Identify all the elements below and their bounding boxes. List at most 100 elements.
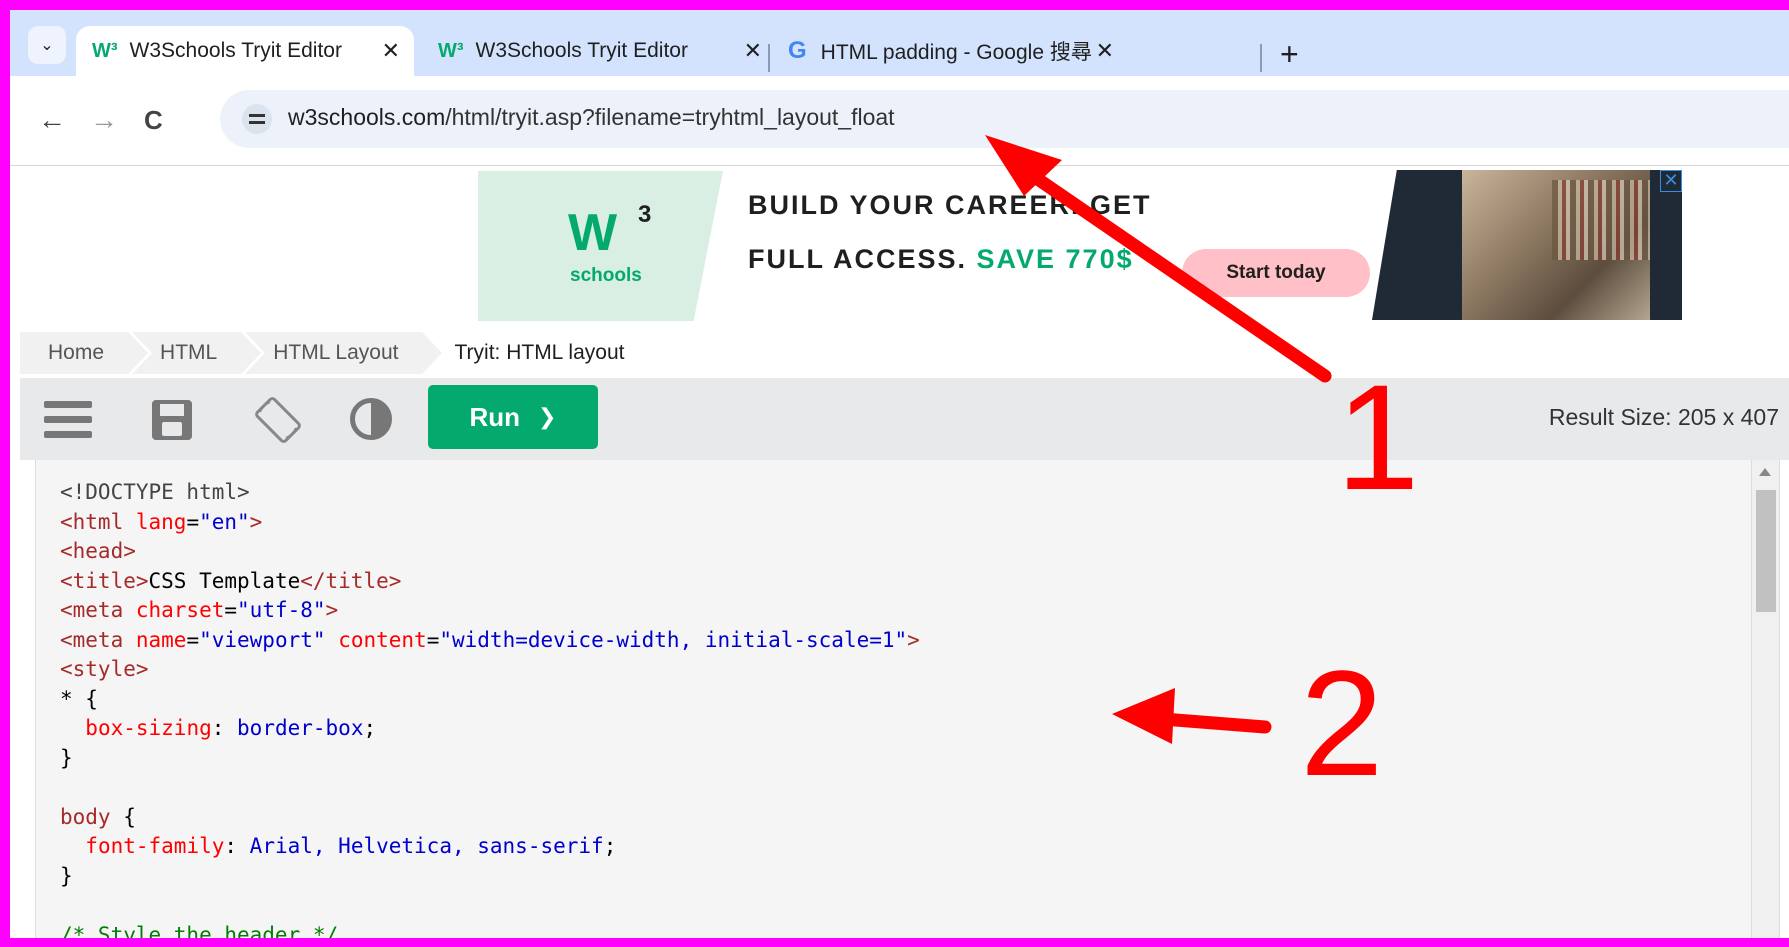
close-icon[interactable]: ✕	[382, 38, 400, 64]
code-token: ;	[363, 716, 377, 740]
code-token: lang	[135, 509, 187, 534]
rotate-layout-icon[interactable]	[252, 394, 304, 446]
menu-icon[interactable]	[44, 398, 92, 442]
tab-search-chevron-icon[interactable]: ⌄	[28, 26, 66, 64]
tab-title: HTML padding - Google 搜尋	[820, 41, 1092, 64]
code-token: =	[186, 509, 200, 534]
code-line[interactable]: font-family: Arial, Helvetica, sans-seri…	[60, 832, 920, 862]
code-token: CSS Template	[148, 568, 301, 593]
site-settings-icon[interactable]	[242, 104, 272, 134]
code-token: <meta	[60, 627, 136, 652]
code-token: }	[60, 863, 73, 888]
vertical-scrollbar[interactable]	[1751, 460, 1779, 938]
code-token: <title>	[60, 568, 149, 593]
code-line[interactable]: /* Style the header */	[60, 921, 920, 939]
advertisement-banner[interactable]: W 3 schools BUILD YOUR CAREER. GET FULL …	[10, 166, 1789, 332]
start-today-button[interactable]: Start today	[1182, 249, 1370, 297]
tab-title: W3Schools Tryit Editor	[475, 39, 688, 62]
code-token: <style>	[60, 657, 149, 681]
code-token: =	[186, 627, 200, 652]
code-token: "viewport"	[199, 627, 326, 652]
breadcrumb-home[interactable]: Home	[20, 332, 153, 374]
code-token: /* Style the header */	[60, 922, 339, 939]
scrollbar-thumb[interactable]	[1756, 490, 1776, 612]
code-token: <!DOCTYPE html>	[60, 480, 250, 504]
address-bar[interactable]: w3schools.com/html/tryit.asp?filename=tr…	[220, 90, 1789, 148]
code-token: "utf-8"	[237, 598, 326, 622]
code-token: {	[110, 804, 136, 829]
result-size-label: Result Size: 205 x 407	[1548, 404, 1779, 430]
code-token: box-sizing	[85, 716, 212, 740]
reload-button[interactable]: C	[144, 106, 163, 134]
code-line[interactable]: body {	[60, 803, 920, 833]
breadcrumb-html-layout[interactable]: HTML Layout	[245, 332, 447, 374]
code-token: content	[338, 627, 427, 652]
code-line[interactable]: }	[60, 862, 920, 892]
code-token: ;	[603, 834, 617, 858]
scroll-up-arrow-icon[interactable]	[1759, 468, 1771, 476]
code-token: Arial, Helvetica, sans-serif	[249, 834, 604, 858]
save-icon[interactable]	[152, 400, 192, 440]
w3schools-icon: W³	[92, 39, 118, 62]
ad-headline-1: BUILD YOUR CAREER. GET	[748, 190, 1152, 220]
back-button[interactable]: ←	[38, 106, 66, 134]
w3schools-logo: W 3 schools	[478, 171, 723, 321]
annotation-label-1: 1	[1336, 353, 1420, 521]
browser-window: ⌄ W³ W3Schools Tryit Editor ✕ W³ W3Schoo…	[10, 10, 1789, 938]
code-token: =	[224, 598, 238, 622]
code-line[interactable]: <style>	[60, 655, 920, 685]
ad-close-icon[interactable]: ✕	[1660, 170, 1682, 192]
code-editor[interactable]: <!DOCTYPE html> <html lang="en"> <head> <ti…	[35, 460, 1780, 938]
code-token: </title>	[300, 568, 402, 593]
code-token: <head>	[60, 539, 136, 563]
code-line[interactable]: <html lang="en">	[60, 508, 920, 538]
breadcrumb-current: Tryit: HTML layout	[454, 341, 625, 364]
close-icon[interactable]: ✕	[744, 38, 762, 64]
code-token: =	[426, 627, 440, 652]
code-text[interactable]: <!DOCTYPE html> <html lang="en"> <head> <ti…	[60, 478, 920, 938]
code-line[interactable]: <head>	[60, 537, 920, 567]
code-line[interactable]: box-sizing: border-box;	[60, 714, 920, 744]
theme-toggle-icon[interactable]	[350, 398, 392, 440]
ad-headline-2: FULL ACCESS. SAVE 770$	[748, 244, 1134, 274]
ad-photo	[1372, 170, 1682, 320]
tab-separator	[1260, 44, 1262, 72]
code-line[interactable]: <meta name="viewport" content="width=dev…	[60, 626, 920, 656]
bookshelf-image	[1552, 180, 1650, 260]
run-button[interactable]: Run ❯	[428, 385, 598, 449]
code-token: * {	[60, 686, 98, 711]
code-token: >	[249, 509, 263, 534]
code-token: body	[60, 804, 111, 829]
breadcrumb: Home HTML HTML Layout Tryit: HTML layout	[20, 332, 652, 374]
close-icon[interactable]: ✕	[1096, 38, 1114, 64]
code-token: <html	[60, 509, 136, 534]
forward-button[interactable]: →	[90, 106, 118, 134]
tab-google-search[interactable]: G HTML padding - Google 搜尋 ✕	[780, 26, 1114, 76]
code-token: }	[60, 745, 73, 770]
code-token: "en"	[199, 509, 250, 534]
google-icon: G	[788, 37, 807, 64]
code-line[interactable]: }	[60, 744, 920, 774]
tab-separator	[768, 44, 770, 72]
editor-toolbar: Run ❯ Result Size: 205 x 407	[20, 378, 1789, 460]
code-token: name	[135, 627, 187, 652]
w3schools-icon: W³	[438, 39, 464, 62]
code-line[interactable]: * {	[60, 685, 920, 715]
tab-w3schools-tryit[interactable]: W³ W3Schools Tryit Editor ✕	[422, 26, 762, 76]
code-token: font-family	[85, 834, 225, 858]
new-tab-button[interactable]: +	[1280, 38, 1299, 70]
code-token: charset	[135, 598, 225, 622]
code-line[interactable]	[60, 773, 920, 803]
code-line[interactable]	[60, 891, 920, 921]
code-token: border-box	[237, 716, 364, 740]
tab-w3schools-tryit-active[interactable]: W³ W3Schools Tryit Editor ✕	[76, 26, 414, 76]
code-token: >	[325, 598, 339, 622]
code-line[interactable]: <meta charset="utf-8">	[60, 596, 920, 626]
chevron-right-icon: ❯	[538, 404, 557, 429]
code-line[interactable]: <title>CSS Template</title>	[60, 567, 920, 597]
code-line[interactable]: <!DOCTYPE html>	[60, 478, 920, 508]
url-text[interactable]: w3schools.com/html/tryit.asp?filename=tr…	[288, 104, 895, 131]
